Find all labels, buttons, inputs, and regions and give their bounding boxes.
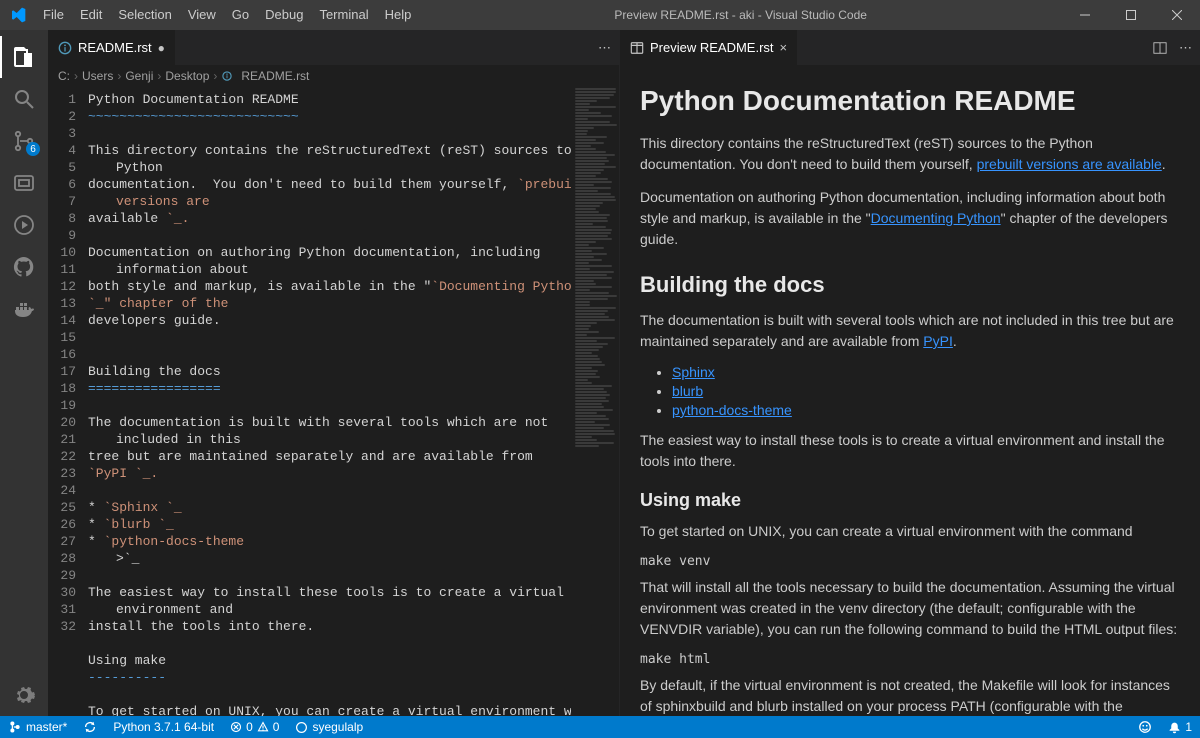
- explorer-icon[interactable]: [0, 36, 48, 78]
- breadcrumb[interactable]: C:›Users›Genji›Desktop›README.rst: [48, 65, 619, 87]
- status-notifications[interactable]: 1: [1160, 720, 1200, 734]
- link-python-docs-theme[interactable]: python-docs-theme: [672, 402, 792, 418]
- minimize-button[interactable]: [1062, 0, 1108, 30]
- docker-icon[interactable]: [0, 288, 48, 330]
- debug-icon[interactable]: [0, 162, 48, 204]
- tab-dirty-indicator: ●: [158, 41, 165, 55]
- github-icon[interactable]: [0, 246, 48, 288]
- preview-codeblock: make venv: [640, 554, 1180, 569]
- status-sync-icon[interactable]: [75, 716, 105, 738]
- menu-edit[interactable]: Edit: [72, 0, 110, 30]
- menu-bar: FileEditSelectionViewGoDebugTerminalHelp: [35, 0, 419, 30]
- run-icon[interactable]: [0, 204, 48, 246]
- maximize-button[interactable]: [1108, 0, 1154, 30]
- link-prebuilt[interactable]: prebuilt versions are available: [977, 156, 1162, 172]
- editor-more-icon[interactable]: ⋯: [1179, 40, 1192, 56]
- menu-go[interactable]: Go: [224, 0, 257, 30]
- info-icon: [58, 41, 72, 55]
- preview-paragraph: Documentation on authoring Python docume…: [640, 187, 1180, 250]
- settings-gear-icon[interactable]: [0, 674, 48, 716]
- tab-label: README.rst: [78, 40, 152, 55]
- tab-preview-readme[interactable]: Preview README.rst ×: [620, 30, 798, 65]
- editor-group-code: README.rst ● ⋯ C:›Users›Genji›Desktop›RE…: [48, 30, 620, 716]
- preview-icon: [630, 41, 644, 55]
- link-sphinx[interactable]: Sphinx: [672, 364, 715, 380]
- preview-list: Sphinx blurb python-docs-theme: [672, 364, 1180, 418]
- status-feedback-icon[interactable]: [1130, 720, 1160, 734]
- editor-group-preview: Preview README.rst × ⋯ Python Documentat…: [620, 30, 1200, 716]
- status-branch[interactable]: master*: [0, 716, 75, 738]
- link-documenting-python[interactable]: Documenting Python: [871, 210, 1001, 226]
- activity-bar: 6: [0, 30, 48, 716]
- status-liveshare[interactable]: syegulalp: [287, 716, 371, 738]
- preview-paragraph: The documentation is built with several …: [640, 310, 1180, 352]
- minimap[interactable]: [571, 87, 619, 716]
- close-button[interactable]: [1154, 0, 1200, 30]
- preview-paragraph: By default, if the virtual environment i…: [640, 675, 1180, 716]
- scm-badge: 6: [26, 142, 40, 156]
- menu-terminal[interactable]: Terminal: [311, 0, 376, 30]
- split-editor-icon[interactable]: [1153, 41, 1167, 55]
- window-title: Preview README.rst - aki - Visual Studio…: [419, 8, 1062, 22]
- editor-more-icon[interactable]: ⋯: [598, 40, 611, 56]
- status-python[interactable]: Python 3.7.1 64-bit: [105, 716, 222, 738]
- preview-paragraph: To get started on UNIX, you can create a…: [640, 521, 1180, 542]
- preview-paragraph: That will install all the tools necessar…: [640, 577, 1180, 640]
- code-content[interactable]: Python Documentation README~~~~~~~~~~~~~…: [88, 87, 619, 716]
- window-controls: [1062, 0, 1200, 30]
- titlebar: FileEditSelectionViewGoDebugTerminalHelp…: [0, 0, 1200, 30]
- menu-selection[interactable]: Selection: [110, 0, 179, 30]
- preview-paragraph: The easiest way to install these tools i…: [640, 430, 1180, 472]
- preview-codeblock: make html: [640, 652, 1180, 667]
- menu-help[interactable]: Help: [377, 0, 420, 30]
- status-problems[interactable]: 0 0: [222, 716, 287, 738]
- preview-h3: Using make: [640, 490, 1180, 511]
- preview-pane[interactable]: Python Documentation README This directo…: [620, 65, 1200, 716]
- link-pypi[interactable]: PyPI: [923, 333, 953, 349]
- preview-h2: Building the docs: [640, 272, 1180, 298]
- line-numbers: 1234 5 678 91011121314151617 18192021222…: [48, 87, 88, 716]
- vscode-logo-icon: [0, 7, 35, 23]
- preview-h1: Python Documentation README: [640, 85, 1180, 117]
- menu-debug[interactable]: Debug: [257, 0, 311, 30]
- status-bar: master* Python 3.7.1 64-bit 0 0 syegulal…: [0, 716, 1200, 738]
- search-icon[interactable]: [0, 78, 48, 120]
- menu-view[interactable]: View: [180, 0, 224, 30]
- menu-file[interactable]: File: [35, 0, 72, 30]
- link-blurb[interactable]: blurb: [672, 383, 703, 399]
- tab-bar-left: README.rst ● ⋯: [48, 30, 619, 65]
- source-control-icon[interactable]: 6: [0, 120, 48, 162]
- close-icon[interactable]: ×: [780, 40, 788, 55]
- code-editor[interactable]: 1234 5 678 91011121314151617 18192021222…: [48, 87, 619, 716]
- tab-bar-right: Preview README.rst × ⋯: [620, 30, 1200, 65]
- preview-paragraph: This directory contains the reStructured…: [640, 133, 1180, 175]
- tab-label: Preview README.rst: [650, 40, 774, 55]
- tab-readme-rst[interactable]: README.rst ●: [48, 30, 176, 65]
